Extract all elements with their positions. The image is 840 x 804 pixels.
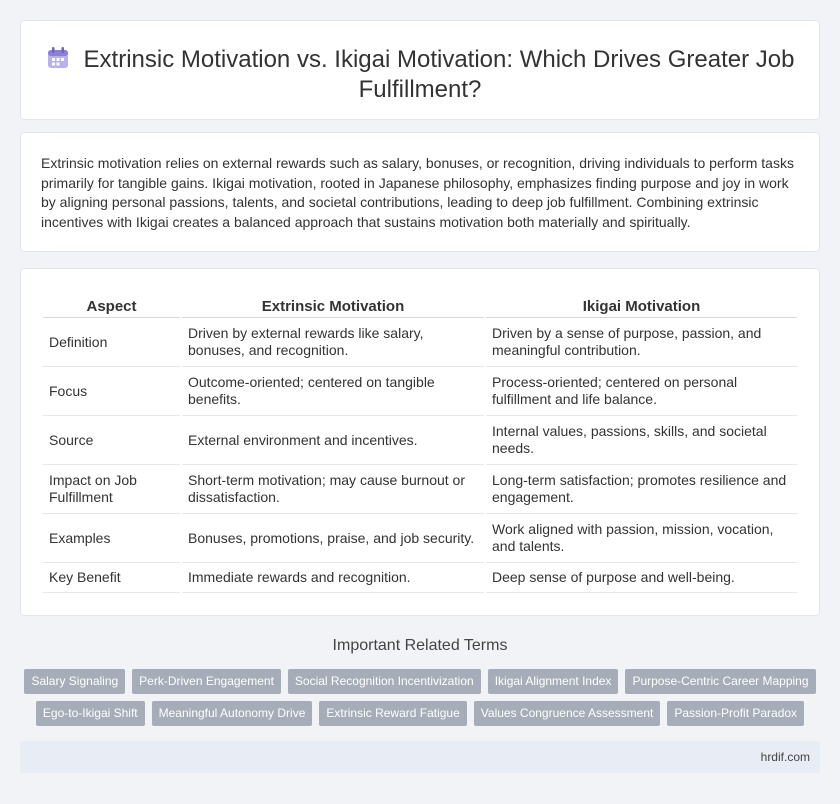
aspect-cell: Definition: [43, 318, 180, 367]
aspect-cell: Impact on Job Fulfillment: [43, 465, 180, 514]
ikigai-cell: Driven by a sense of purpose, passion, a…: [486, 318, 797, 367]
extrinsic-cell: Bonuses, promotions, praise, and job sec…: [182, 514, 484, 563]
footer: hrdif.com: [20, 741, 820, 773]
ikigai-cell: Process-oriented; centered on personal f…: [486, 367, 797, 416]
table-row: Focus Outcome-oriented; centered on tang…: [43, 367, 797, 416]
aspect-cell: Examples: [43, 514, 180, 563]
comparison-table: Aspect Extrinsic Motivation Ikigai Motiv…: [41, 297, 799, 593]
table-row: Impact on Job Fulfillment Short-term mot…: [43, 465, 797, 514]
aspect-cell: Focus: [43, 367, 180, 416]
related-term-tag[interactable]: Values Congruence Assessment: [473, 701, 661, 726]
page-title-wrap: Extrinsic Motivation vs. Ikigai Motivati…: [21, 45, 819, 105]
related-term-tag[interactable]: Purpose-Centric Career Mapping: [625, 669, 816, 694]
table-row: Definition Driven by external rewards li…: [43, 318, 797, 367]
related-term-tag[interactable]: Salary Signaling: [24, 669, 126, 694]
intro-card: Extrinsic motivation relies on external …: [20, 132, 820, 252]
ikigai-cell: Work aligned with passion, mission, voca…: [486, 514, 797, 563]
ikigai-cell: Internal values, passions, skills, and s…: [486, 416, 797, 465]
header-aspect: Aspect: [43, 297, 180, 318]
intro-paragraph: Extrinsic motivation relies on external …: [41, 155, 794, 230]
related-term-tag[interactable]: Extrinsic Reward Fatigue: [319, 701, 467, 726]
calendar-icon: [47, 47, 68, 68]
ikigai-cell: Deep sense of purpose and well-being.: [486, 563, 797, 593]
related-term-tag[interactable]: Ikigai Alignment Index: [487, 669, 619, 694]
aspect-cell: Key Benefit: [43, 563, 180, 593]
related-term-tag[interactable]: Meaningful Autonomy Drive: [151, 701, 313, 726]
related-terms-heading: Important Related Terms: [332, 637, 508, 654]
extrinsic-cell: Driven by external rewards like salary, …: [182, 318, 484, 367]
comparison-card: Aspect Extrinsic Motivation Ikigai Motiv…: [20, 268, 820, 616]
table-row: Source External environment and incentiv…: [43, 416, 797, 465]
footer-site-link[interactable]: hrdif.com: [761, 750, 810, 764]
table-header-row: Aspect Extrinsic Motivation Ikigai Motiv…: [43, 297, 797, 318]
ikigai-cell: Long-term satisfaction; promotes resilie…: [486, 465, 797, 514]
extrinsic-cell: Outcome-oriented; centered on tangible b…: [182, 367, 484, 416]
related-term-tag[interactable]: Ego-to-Ikigai Shift: [35, 701, 145, 726]
extrinsic-cell: External environment and incentives.: [182, 416, 484, 465]
page-title: Extrinsic Motivation vs. Ikigai Motivati…: [83, 46, 795, 103]
aspect-cell: Source: [43, 416, 180, 465]
related-terms-list: Salary Signaling Perk-Driven Engagement …: [20, 669, 820, 726]
header-extrinsic: Extrinsic Motivation: [182, 297, 484, 318]
extrinsic-cell: Immediate rewards and recognition.: [182, 563, 484, 593]
related-term-tag[interactable]: Social Recognition Incentivization: [287, 669, 481, 694]
related-term-tag[interactable]: Passion-Profit Paradox: [667, 701, 805, 726]
title-card: Extrinsic Motivation vs. Ikigai Motivati…: [20, 20, 820, 120]
extrinsic-cell: Short-term motivation; may cause burnout…: [182, 465, 484, 514]
table-row: Key Benefit Immediate rewards and recogn…: [43, 563, 797, 593]
header-ikigai: Ikigai Motivation: [486, 297, 797, 318]
related-term-tag[interactable]: Perk-Driven Engagement: [132, 669, 281, 694]
table-row: Examples Bonuses, promotions, praise, an…: [43, 514, 797, 563]
